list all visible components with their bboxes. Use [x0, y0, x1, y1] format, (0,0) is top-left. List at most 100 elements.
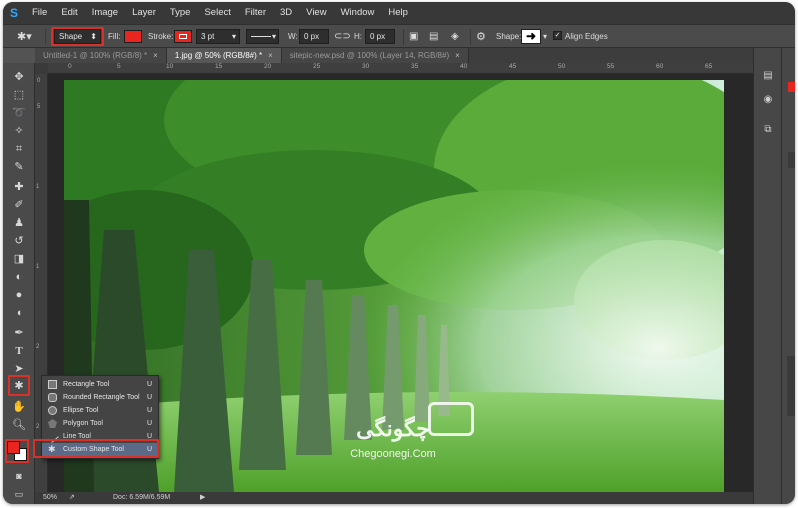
doc-size: Doc: 6.59M/6.59M	[113, 494, 171, 501]
menu-view[interactable]: View	[299, 2, 333, 24]
healing-brush-tool-icon[interactable]: ✚	[10, 179, 28, 195]
polygon-icon	[48, 419, 57, 428]
clone-stamp-tool-icon[interactable]: ♟	[10, 215, 28, 231]
gear-icon[interactable]: ⚙	[476, 29, 486, 45]
panel-icon-dock: ▤ ◉ ⧉	[753, 48, 781, 504]
path-alignment-icon[interactable]: ▤	[429, 29, 438, 45]
width-field[interactable]: 0 px	[299, 29, 329, 44]
menu-3d[interactable]: 3D	[273, 2, 299, 24]
marquee-tool-icon[interactable]: ⬚	[10, 87, 28, 103]
menu-file[interactable]: File	[25, 2, 54, 24]
magic-wand-tool-icon[interactable]: ✧	[10, 123, 28, 139]
ruler-tick: 50	[558, 63, 566, 70]
zoom-tool-icon[interactable]: 🔍︎	[10, 417, 28, 433]
menu-select[interactable]: Select	[197, 2, 237, 24]
history-brush-tool-icon[interactable]: ↺	[10, 233, 28, 249]
path-operations-icon[interactable]: ▣	[409, 29, 418, 45]
menu-layer[interactable]: Layer	[125, 2, 163, 24]
color-panel-swatch[interactable]	[788, 82, 795, 92]
stroke-swatch[interactable]	[174, 30, 192, 43]
shape-picker[interactable]: ➜	[521, 29, 541, 44]
flyout-item-label: Ellipse Tool	[63, 407, 99, 414]
menu-help[interactable]: Help	[381, 2, 415, 24]
tools-panel: ✥ ⬚ ➰ ✧ ⌗ ✎ ✚ ✐ ♟ ↺ ◨ ◐ ● ◖ ✒ T ➤ ✱ ✋ 🔍︎…	[3, 63, 35, 504]
foreground-color-swatch[interactable]	[7, 441, 20, 454]
pen-tool-icon[interactable]: ✒	[10, 325, 28, 341]
blur-tool-icon[interactable]: ●	[10, 287, 28, 303]
type-tool-icon[interactable]: T	[10, 343, 28, 359]
ruler-tick: 60	[656, 63, 664, 70]
menu-type[interactable]: Type	[163, 2, 198, 24]
ruler-tick: 15	[215, 63, 223, 70]
lasso-tool-icon[interactable]: ➰	[10, 105, 28, 121]
stroke-label: Stroke:	[148, 32, 174, 41]
tab-label: sitepic-new.psd @ 100% (Layer 14, RGB/8#…	[289, 51, 450, 60]
ruler-tick: 20	[264, 63, 272, 70]
ruler-tick: 40	[460, 63, 468, 70]
libraries-panel-icon[interactable]: ⧉	[760, 122, 776, 138]
height-field[interactable]: 0 px	[365, 29, 395, 44]
paint-bucket-tool-icon[interactable]: ◐	[10, 269, 28, 285]
tab-label: 1.jpg @ 50% (RGB/8#) *	[174, 51, 263, 60]
layers-panel-collapsed[interactable]	[787, 356, 795, 416]
status-menu-arrow-icon[interactable]: ▶	[200, 492, 205, 504]
menu-image[interactable]: Image	[85, 2, 125, 24]
watermark-persian-text: چگونگی	[356, 416, 430, 441]
tab-untitled[interactable]: Untitled-1 @ 100% (RGB/8) * ×	[35, 48, 167, 63]
fill-label: Fill:	[108, 32, 121, 41]
horizontal-ruler[interactable]: 051015202530354045505560657075	[48, 63, 761, 74]
flyout-item-label: Rectangle Tool	[63, 381, 110, 388]
fill-swatch[interactable]	[124, 30, 142, 43]
screen-mode-icon[interactable]: ▭	[10, 486, 28, 502]
stroke-width-field[interactable]: 3 pt ▾	[196, 29, 240, 44]
custom-shape-row-highlight	[33, 439, 159, 458]
share-icon[interactable]: ⇗	[69, 492, 75, 504]
flyout-item[interactable]: Rectangle Tool U	[42, 378, 158, 391]
menu-edit[interactable]: Edit	[54, 2, 84, 24]
stroke-width-value: 3 pt	[201, 32, 215, 41]
close-icon[interactable]: ×	[153, 51, 158, 60]
rounded-rectangle-icon	[48, 393, 57, 402]
tab-1-jpg[interactable]: 1.jpg @ 50% (RGB/8#) * ×	[166, 48, 282, 63]
panel-collapsed[interactable]	[788, 152, 795, 168]
custom-shape-tool-icon[interactable]: ✱	[10, 378, 28, 394]
menu-filter[interactable]: Filter	[238, 2, 273, 24]
path-arrangement-icon[interactable]: ◈	[451, 29, 459, 45]
ruler-corner	[35, 63, 48, 74]
chevron-down-icon[interactable]: ▾	[543, 29, 547, 45]
flyout-item[interactable]: Rounded Rectangle Tool U	[42, 391, 158, 404]
app-logo: S	[9, 6, 18, 20]
eyedropper-tool-icon[interactable]: ✎	[10, 159, 28, 175]
zoom-level[interactable]: 50%	[43, 492, 57, 504]
custom-shape-tool-preset-icon[interactable]: ✱▾	[17, 29, 32, 45]
hand-tool-icon[interactable]: ✋	[10, 399, 28, 415]
brush-tool-icon[interactable]: ✐	[10, 197, 28, 213]
close-icon[interactable]: ×	[268, 51, 273, 60]
ruler-tick: 35	[411, 63, 419, 70]
eraser-tool-icon[interactable]: ◨	[10, 251, 28, 267]
flyout-item[interactable]: Polygon Tool U	[42, 417, 158, 430]
width-label: W:	[288, 32, 298, 41]
quick-mask-icon[interactable]: ◙	[10, 468, 28, 484]
tab-sitepic-new[interactable]: sitepic-new.psd @ 100% (Layer 14, RGB/8#…	[281, 48, 469, 63]
stroke-type-select[interactable]: ▾	[246, 29, 279, 44]
history-panel-icon[interactable]: ▤	[760, 68, 776, 84]
shape-mode-select[interactable]: Shape ⬍	[54, 29, 101, 44]
height-label: H:	[354, 32, 362, 41]
dodge-tool-icon[interactable]: ◖	[10, 305, 28, 321]
align-edges-checkbox[interactable]: ✓	[553, 31, 562, 40]
flyout-item[interactable]: Ellipse Tool U	[42, 404, 158, 417]
ruler-tick: 10	[166, 63, 174, 70]
close-icon[interactable]: ×	[455, 51, 460, 60]
properties-panel-icon[interactable]: ◉	[760, 92, 776, 108]
flyout-item-label: Polygon Tool	[63, 420, 103, 427]
move-tool-icon[interactable]: ✥	[10, 69, 28, 85]
flyout-item-shortcut: U	[146, 394, 152, 401]
menu-window[interactable]: Window	[334, 2, 382, 24]
link-icon[interactable]: ⊂⊃	[334, 29, 351, 45]
options-bar: ✱▾ Shape ⬍ Fill: Stroke: 3 pt ▾ ▾ W: 0 px …	[3, 24, 795, 48]
shape-label: Shape:	[496, 32, 522, 41]
ellipse-icon	[48, 406, 57, 415]
crop-tool-icon[interactable]: ⌗	[10, 141, 28, 157]
watermark: چگونگی Chegoonegi.Com	[308, 402, 488, 472]
